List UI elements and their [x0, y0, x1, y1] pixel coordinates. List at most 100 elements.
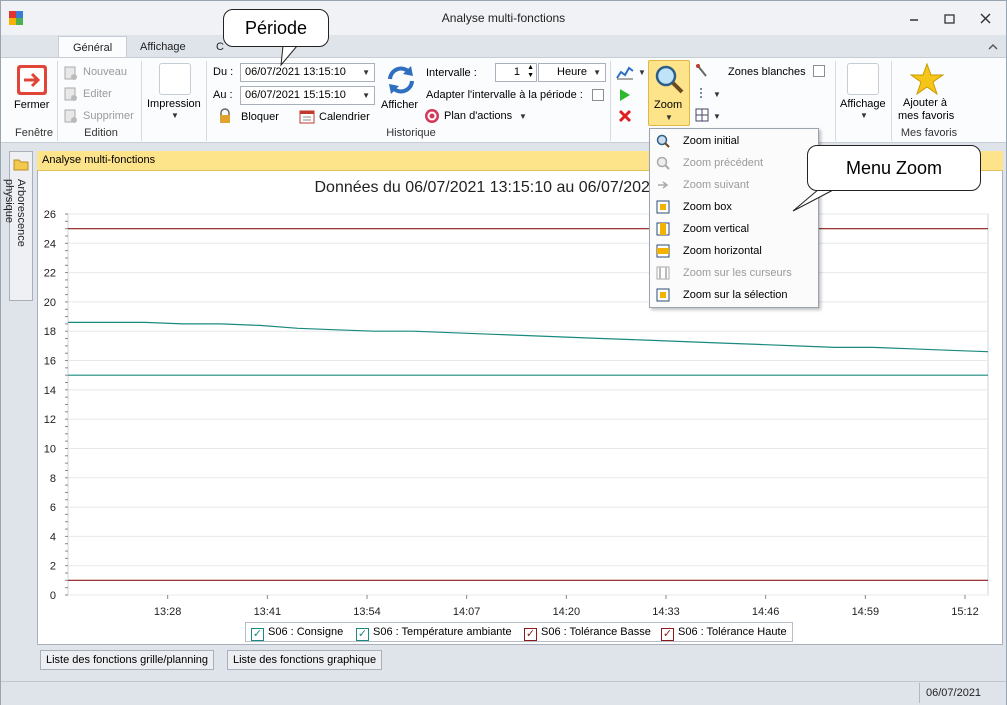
chevron-down-icon: ▼: [713, 90, 721, 99]
group-label-favoris: Mes favoris: [900, 127, 958, 139]
legend-item-consigne[interactable]: ✓ S06 : Consigne: [251, 626, 344, 641]
y-tick-label: 14: [44, 385, 56, 397]
menu-zoom-selection[interactable]: Zoom sur la sélection: [650, 284, 818, 306]
au-datetime-field[interactable]: 06/07/2021 15:15:10 ▼: [240, 86, 375, 105]
editer-button[interactable]: Editer: [83, 88, 112, 100]
tab-general[interactable]: Général: [58, 36, 128, 58]
delete-icon: [63, 109, 77, 123]
chevron-down-icon: ▼: [519, 112, 527, 121]
zoom-selection-icon: [656, 288, 670, 302]
menu-label: Zoom suivant: [683, 179, 750, 191]
bloquer-button[interactable]: Bloquer: [241, 111, 279, 123]
supprimer-button[interactable]: Supprimer: [83, 110, 134, 122]
display-icon: [847, 63, 879, 95]
au-datetime-value: 06/07/2021 15:15:10: [245, 89, 346, 101]
remove-curve-icon[interactable]: [617, 108, 633, 124]
edit-icon: [63, 87, 77, 101]
zones-blanches-checkbox[interactable]: [813, 65, 825, 77]
y-tick-label: 2: [50, 561, 56, 573]
menu-label: Zoom box: [683, 201, 732, 213]
maximize-button[interactable]: [935, 9, 965, 29]
status-date: 06/07/2021: [919, 683, 1001, 703]
legend-checkbox[interactable]: ✓: [356, 628, 369, 641]
ribbon-separator: [57, 61, 58, 141]
chart-legend: ✓ S06 : Consigne ✓ S06 : Température ambia…: [245, 622, 793, 642]
menu-zoom-vertical[interactable]: Zoom vertical: [650, 218, 818, 240]
affichage-button[interactable]: Affichage: [840, 98, 886, 110]
x-tick-label: 14:20: [553, 606, 581, 618]
ribbon-separator: [206, 61, 207, 141]
cursor-tool-icon[interactable]: [695, 64, 709, 78]
y-tick-label: 26: [44, 209, 56, 221]
tab-liste-graphique[interactable]: Liste des fonctions graphique: [227, 650, 383, 670]
legend-item-temperature[interactable]: ✓ S06 : Température ambiante: [356, 626, 512, 641]
menu-zoom-horizontal[interactable]: Zoom horizontal: [650, 240, 818, 262]
legend-checkbox[interactable]: ✓: [661, 628, 674, 641]
callout-periode: Période: [181, 7, 341, 67]
intervalle-unit-value: Heure: [557, 66, 587, 78]
adapter-checkbox[interactable]: [592, 89, 604, 101]
intervalle-value: 1: [513, 66, 520, 78]
zoom-cursors-icon: [656, 266, 670, 280]
y-tick-label: 12: [44, 414, 56, 426]
du-datetime-value: 06/07/2021 13:15:10: [245, 66, 346, 78]
legend-label: S06 : Consigne: [268, 626, 344, 638]
x-tick-label: 15:12: [951, 606, 979, 618]
sidebar-label[interactable]: Arborescence physique: [3, 179, 27, 289]
chevron-down-icon: ▼: [713, 112, 721, 121]
close-window-button[interactable]: [971, 9, 1001, 29]
intervalle-unit-select[interactable]: Heure ▼: [538, 63, 606, 82]
ribbon-separator: [891, 61, 892, 141]
menu-label: Zoom sur la sélection: [683, 289, 788, 301]
y-tick-label: 6: [50, 502, 56, 514]
au-label: Au :: [213, 89, 233, 101]
y-tick-label: 16: [44, 356, 56, 368]
chevron-down-icon: ▼: [593, 68, 601, 77]
x-tick-label: 13:41: [254, 606, 282, 618]
spin-arrows-icon[interactable]: ▲ ▼: [527, 64, 534, 80]
calendrier-button[interactable]: Calendrier: [319, 111, 370, 123]
x-tick-label: 14:46: [752, 606, 780, 618]
afficher-button[interactable]: Afficher: [381, 99, 418, 111]
calendar-icon: [299, 109, 315, 124]
zoom-initial-icon: [656, 134, 670, 148]
tab-liste-grille[interactable]: Liste des fonctions grille/planning: [40, 650, 215, 670]
chevron-down-icon: ▼: [362, 91, 370, 100]
legend-item-tolerance-basse[interactable]: ✓ S06 : Tolérance Basse: [524, 626, 651, 641]
x-tick-label: 13:28: [154, 606, 182, 618]
legend-checkbox[interactable]: ✓: [524, 628, 537, 641]
legend-item-tolerance-haute[interactable]: ✓ S06 : Tolérance Haute: [661, 626, 787, 641]
zoom-button[interactable]: Zoom ▼: [648, 60, 690, 126]
chart[interactable]: 0246810121416182022242613:28 13:41 13:54 14…: [37, 197, 1003, 619]
x-tick-label: 14:07: [453, 606, 481, 618]
ribbon-separator: [141, 61, 142, 141]
impression-button[interactable]: Impression: [147, 98, 201, 110]
menu-zoom-curseurs[interactable]: Zoom sur les curseurs: [650, 262, 818, 284]
minimize-button[interactable]: [899, 9, 929, 29]
intervalle-label: Intervalle :: [426, 67, 477, 79]
plan-actions-button[interactable]: Plan d'actions: [444, 110, 512, 122]
callout-menu-zoom-text: Menu Zoom: [807, 145, 981, 191]
chevron-down-icon: ▼: [638, 68, 646, 77]
zoom-box-icon: [656, 200, 670, 214]
legend-checkbox[interactable]: ✓: [251, 628, 264, 641]
zoom-label: Zoom: [654, 99, 683, 111]
group-label-edition: Edition: [84, 127, 118, 139]
y-tick-label: 20: [44, 297, 56, 309]
chevron-down-icon: ▼: [171, 111, 179, 120]
nouveau-button[interactable]: Nouveau: [83, 66, 127, 78]
close-doc-icon: [15, 63, 49, 97]
chart-type-icon[interactable]: [616, 64, 634, 80]
fermer-button[interactable]: Fermer: [14, 99, 49, 111]
intervalle-stepper[interactable]: 1 ▲ ▼: [495, 63, 537, 82]
ajouter-favoris-line2[interactable]: mes favoris: [898, 110, 954, 122]
ajouter-favoris-line1[interactable]: Ajouter à: [903, 97, 947, 109]
list-tool-icon[interactable]: [695, 86, 709, 100]
legend-label: S06 : Tolérance Basse: [541, 626, 651, 638]
grid-tool-icon[interactable]: [695, 108, 709, 122]
zoom-vertical-icon: [656, 222, 670, 236]
ribbon-collapse-icon[interactable]: [986, 41, 1000, 53]
du-label: Du :: [213, 66, 234, 78]
add-curve-icon[interactable]: [617, 87, 633, 103]
y-tick-label: 8: [50, 473, 56, 485]
